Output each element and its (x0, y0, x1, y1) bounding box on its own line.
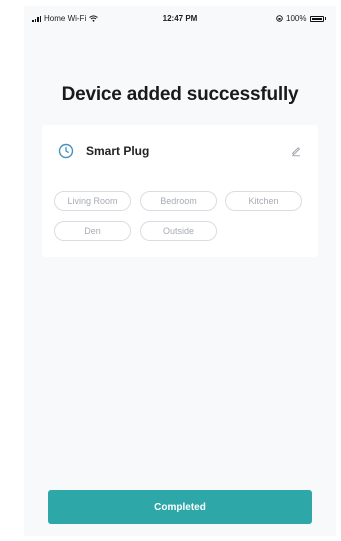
device-name: Smart Plug (86, 144, 150, 158)
room-chip-kitchen[interactable]: Kitchen (225, 191, 302, 211)
room-chip-den[interactable]: Den (54, 221, 131, 241)
orientation-lock-icon (276, 15, 283, 22)
status-right: 100% (276, 14, 326, 23)
room-chip-living-room[interactable]: Living Room (54, 191, 131, 211)
room-chip-outside[interactable]: Outside (140, 221, 217, 241)
battery-icon (309, 15, 324, 22)
completed-button[interactable]: Completed (48, 490, 312, 524)
battery-percent: 100% (286, 14, 307, 23)
status-bar: Home Wi-Fi 12:47 PM 100% (24, 6, 336, 30)
edit-icon[interactable] (290, 145, 302, 157)
room-chip-bedroom[interactable]: Bedroom (140, 191, 217, 211)
page-title: Device added successfully (61, 84, 299, 105)
device-card: Smart Plug Living Room Bedroom Kitchen D… (42, 125, 318, 257)
clock-icon (58, 143, 74, 159)
app-screen: Home Wi-Fi 12:47 PM 100% Device added su… (24, 6, 336, 536)
battery-tip-icon (324, 17, 326, 20)
device-row: Smart Plug (58, 141, 302, 161)
